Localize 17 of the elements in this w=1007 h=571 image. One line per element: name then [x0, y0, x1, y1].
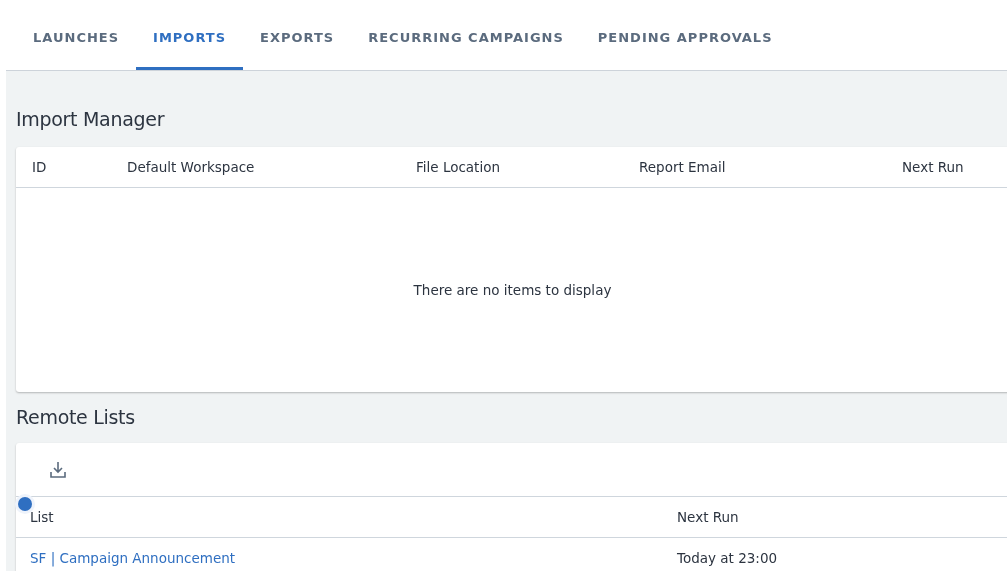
table-cell-text: Today at 23:00 [677, 550, 779, 566]
column-header: File Location [416, 159, 501, 175]
section-title: Remote Lists [16, 405, 136, 430]
column-header: Report Email [639, 159, 727, 175]
tab[interactable]: PENDING APPROVALS [580, 0, 790, 70]
column-header: Next Run [677, 509, 740, 525]
indicator-dot [18, 497, 32, 511]
empty-message: There are no items to display [413, 282, 612, 298]
section-title: Import Manager [16, 107, 166, 132]
column-header: ID [32, 159, 48, 175]
tab[interactable]: LAUNCHES [16, 0, 137, 70]
tab[interactable]: EXPORTS [243, 0, 352, 70]
column-header: List [30, 509, 55, 525]
list-link[interactable]: SF | Campaign Announcement [30, 550, 236, 566]
column-header: Default Workspace [127, 159, 256, 175]
tab[interactable]: RECURRING CAMPAIGNS [351, 0, 581, 70]
column-header: Next Run [902, 159, 965, 175]
